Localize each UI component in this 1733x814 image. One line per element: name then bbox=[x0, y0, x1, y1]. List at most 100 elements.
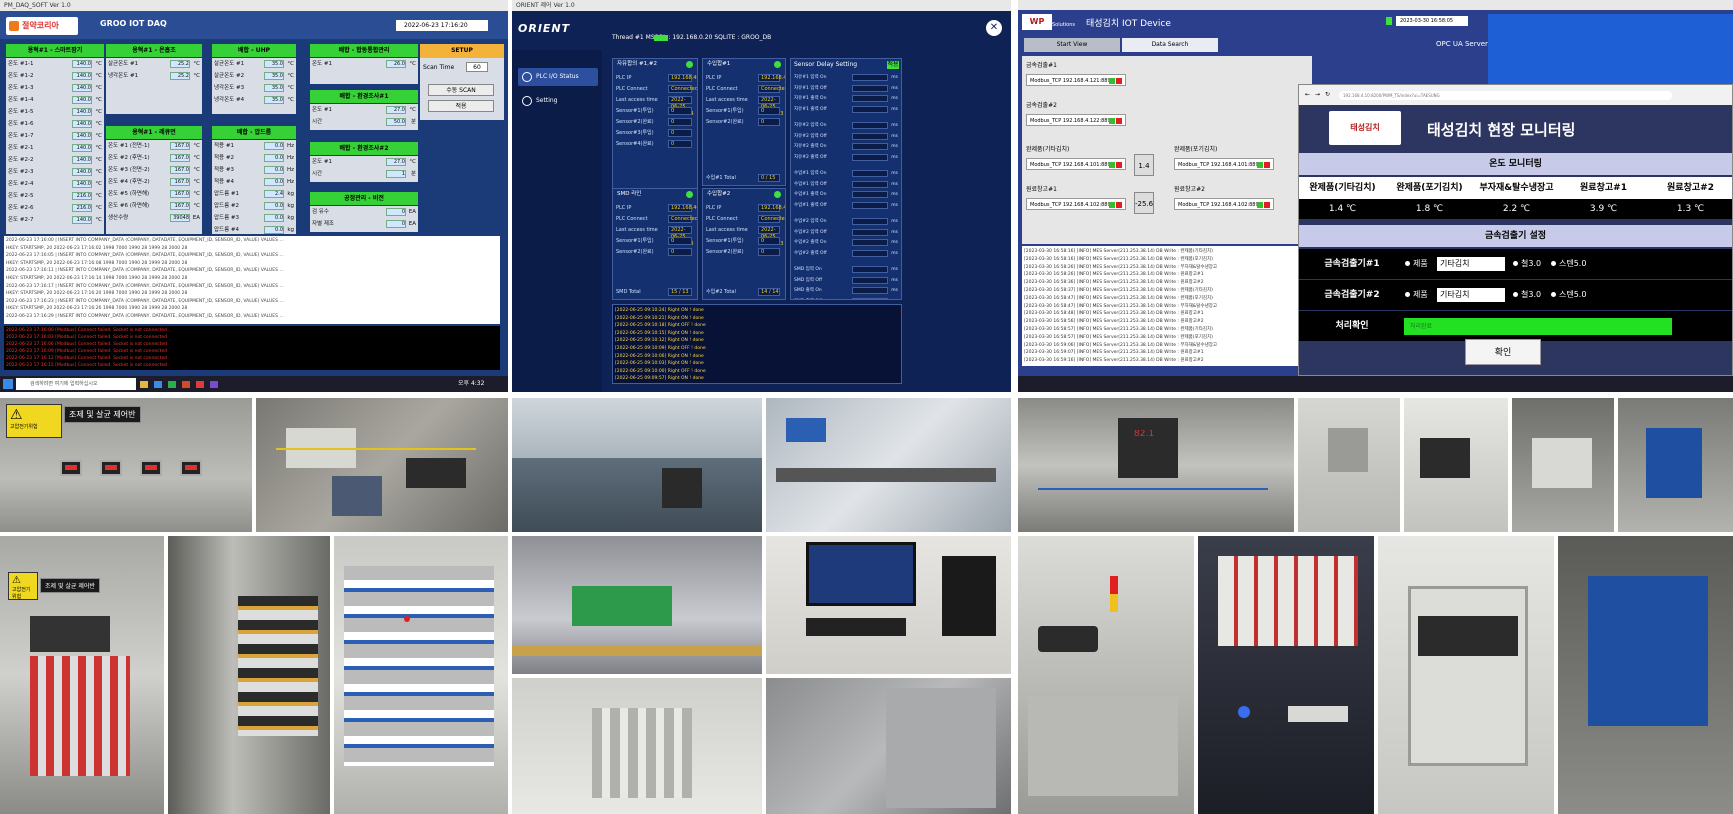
confirm-button[interactable]: 확인 bbox=[1465, 339, 1541, 365]
manual-scan-button[interactable]: 수동 SCAN bbox=[428, 84, 494, 96]
sensor-label: 온도 #1 (전면-1) bbox=[108, 143, 150, 149]
plc-row-value: 0 bbox=[668, 140, 692, 148]
reload-icon[interactable]: ↻ bbox=[1325, 91, 1330, 99]
delay-input[interactable] bbox=[852, 132, 888, 140]
log-line: HKEY: STARTSMP, 20 2022-06-23 17:16:26 1… bbox=[6, 306, 188, 312]
mes-log[interactable]: [2023-03-30 16:58:16] [INFO] MES Server(… bbox=[1022, 246, 1312, 366]
device-connection[interactable]: Modbus_TCP 192.168.4.122:8899 bbox=[1026, 114, 1126, 126]
delay-input[interactable] bbox=[852, 276, 888, 284]
radio-product[interactable] bbox=[1405, 261, 1410, 266]
sensor-unit: °C bbox=[287, 61, 294, 67]
tab-data-search[interactable]: Data Search bbox=[1122, 38, 1218, 52]
sensor-row: 온도 #1 27.0 °C bbox=[312, 158, 416, 167]
delay-input[interactable] bbox=[852, 74, 888, 81]
sensor-row: 온도 #2-2 140.0 °C bbox=[8, 156, 102, 165]
temperature-table: 완제품(기타김치) 1.4 ℃ 완제품(포기김치) 1.8 ℃ 부자재&탈수냉장고 2.2… bbox=[1299, 177, 1732, 219]
usb-probe bbox=[1288, 706, 1348, 722]
delay-input[interactable] bbox=[852, 297, 888, 299]
sensor-row: 냉각온도 #4 35.0 °C bbox=[214, 96, 294, 105]
radio-steel[interactable] bbox=[1551, 292, 1556, 297]
sensor-group-body: 온도 #1 (전면-1) 167.0 °C 온도 #2 (후면-1) 167.0 °C 온도… bbox=[106, 140, 202, 234]
delay-input[interactable] bbox=[852, 180, 888, 188]
connection-led bbox=[1386, 17, 1392, 25]
plc-row-label: PLC IP bbox=[616, 205, 632, 211]
delay-input[interactable] bbox=[852, 105, 888, 113]
delay-input[interactable] bbox=[852, 228, 888, 236]
temperature-column-header: 완제품(포기김치) bbox=[1396, 183, 1463, 193]
groo-sql-log[interactable]: 2022-06-23 17:16:00 | INSERT INTO COMPAN… bbox=[4, 236, 500, 324]
delay-row: 자유#2 출력 On ms bbox=[794, 142, 898, 151]
delay-input[interactable] bbox=[852, 153, 888, 161]
close-icon[interactable]: ✕ bbox=[986, 20, 1002, 36]
sensor-row: 살균온도 #1 25.2 °C bbox=[108, 60, 200, 69]
radio-product[interactable] bbox=[1405, 292, 1410, 297]
sensor-label: 온도 #2-2 bbox=[8, 157, 34, 163]
sensor-row: 온도 #2-4 140.0 °C bbox=[8, 180, 102, 189]
photo-sensor-box bbox=[1404, 398, 1508, 532]
device-connection[interactable]: Modbus_TCP 192.168.4.121:8899 bbox=[1026, 74, 1126, 86]
delay-input[interactable] bbox=[852, 266, 888, 273]
sensor-row: 압드름 #2 0.0 kg bbox=[214, 202, 294, 211]
device-connection[interactable]: Modbus_TCP 192.168.4.102:8899 bbox=[1026, 198, 1126, 210]
device-connection[interactable]: Modbus_TCP 192.168.4.101:8899 bbox=[1174, 158, 1274, 170]
photo-tower-light-station bbox=[1018, 536, 1194, 814]
delay-row: 수입#2 입력 On ms bbox=[794, 217, 898, 226]
sensor-unit: °C bbox=[95, 193, 102, 199]
sensor-label: 온도 #2-3 bbox=[8, 169, 34, 175]
delay-input[interactable] bbox=[852, 201, 888, 209]
plc-row-label: PLC IP bbox=[706, 75, 722, 81]
workstation bbox=[662, 468, 702, 508]
gear-icon bbox=[522, 96, 532, 106]
delay-input[interactable] bbox=[852, 170, 888, 177]
monitor-log[interactable]: [2022-06-25 09:10:24] Right ON ! done [20… bbox=[612, 304, 902, 384]
back-icon[interactable]: ← bbox=[1305, 91, 1310, 99]
delay-unit: ms bbox=[891, 106, 898, 112]
delay-input[interactable] bbox=[852, 287, 888, 294]
taesung-device-title: 태성김치 IOT Device bbox=[1086, 19, 1171, 29]
delay-apply-button[interactable]: 적용 bbox=[887, 61, 899, 69]
radio-iron[interactable] bbox=[1513, 261, 1518, 266]
plc-row: PLC IP 192.168.40.105 bbox=[706, 73, 785, 83]
sensor-unit: °C bbox=[95, 145, 102, 151]
taskbar-app-icons[interactable] bbox=[140, 381, 390, 389]
browser-window: ← → ↻ 192.168.4.10:8200/PWM_TS/index?ui=… bbox=[1298, 84, 1733, 376]
product-select[interactable]: 기타김치 bbox=[1437, 288, 1505, 302]
sensor-unit: °C bbox=[95, 97, 102, 103]
radio-iron[interactable] bbox=[1513, 292, 1518, 297]
scan-time-input[interactable]: 60 bbox=[466, 62, 488, 72]
delay-input[interactable] bbox=[852, 191, 888, 198]
nav-setting[interactable]: Setting bbox=[518, 92, 598, 110]
device-connection[interactable]: Modbus_TCP 192.168.4.101:8899 bbox=[1026, 158, 1126, 170]
delay-input[interactable] bbox=[852, 122, 888, 129]
delay-input[interactable] bbox=[852, 143, 888, 150]
groo-error-log[interactable]: 2022-06-23 17:16:00 [Modbus] Connect fai… bbox=[4, 326, 500, 370]
sensor-unit: °C bbox=[95, 205, 102, 211]
sensor-unit: °C bbox=[287, 97, 294, 103]
delay-row-label: SMD 출력 Off bbox=[794, 299, 822, 300]
forward-icon[interactable]: → bbox=[1315, 91, 1320, 99]
url-bar[interactable]: 192.168.4.10:8200/PWM_TS/index?ui=TAESUN… bbox=[1339, 91, 1672, 100]
delay-input[interactable] bbox=[852, 95, 888, 102]
plc-row: Sensor#1(투입) 0 bbox=[706, 106, 782, 116]
delay-input[interactable] bbox=[852, 249, 888, 257]
device-connection-text: Modbus_TCP 192.168.4.102:8899 bbox=[1030, 202, 1114, 208]
delay-input[interactable] bbox=[852, 218, 888, 225]
taskbar-search-input[interactable]: 검색하려면 여기에 입력하십시오 bbox=[16, 378, 136, 390]
device-connection[interactable]: Modbus_TCP 192.168.4.102:8899 bbox=[1174, 198, 1274, 210]
tab-start-view[interactable]: Start View bbox=[1024, 38, 1120, 52]
delay-input[interactable] bbox=[852, 84, 888, 92]
wp-logo-sub: Solutions bbox=[1052, 22, 1075, 28]
radio-steel[interactable] bbox=[1551, 261, 1556, 266]
temperature-column-header: 부자재&탈수냉장고 bbox=[1479, 183, 1554, 193]
product-select[interactable]: 기타김치 bbox=[1437, 257, 1505, 271]
sensor-row: 온도 #1-1 140.0 °C bbox=[8, 60, 102, 69]
delay-row-label: SMD 출력 On bbox=[794, 288, 822, 293]
sensor-row: 적용 #4 0.0 Hz bbox=[214, 178, 294, 187]
delay-input[interactable] bbox=[852, 239, 888, 246]
nav-plc-io-status[interactable]: PLC I/O Status bbox=[518, 68, 598, 86]
delay-row: SMD 출력 On ms bbox=[794, 286, 898, 295]
sensor-group-title: 배합 - 환경조사#2 bbox=[310, 142, 418, 155]
apply-button[interactable]: 적용 bbox=[428, 100, 494, 112]
windows-start-icon[interactable] bbox=[3, 379, 13, 389]
sensor-row: 온도 #2-3 140.0 °C bbox=[8, 168, 102, 177]
